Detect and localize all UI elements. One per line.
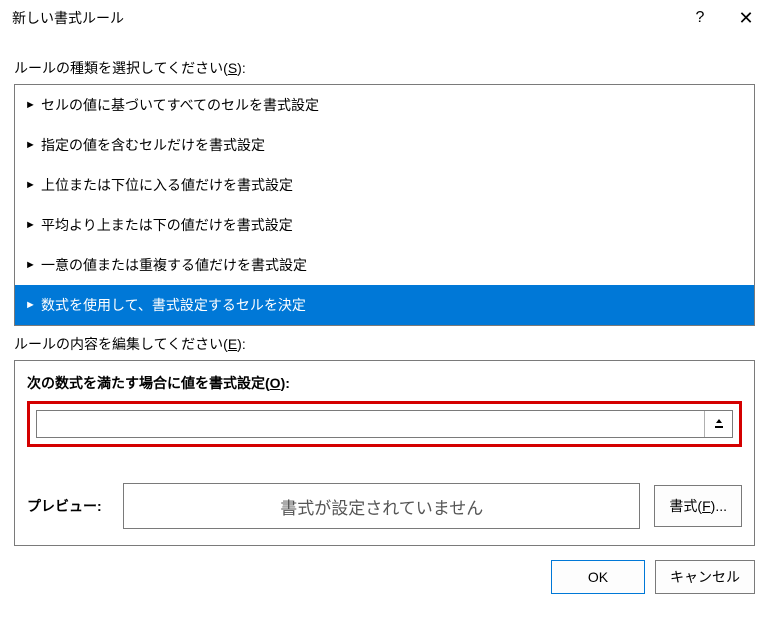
rule-type-item-label: 一意の値または重複する値だけを書式設定 [41,255,307,275]
help-button[interactable]: ? [677,0,723,36]
collapse-dialog-icon [712,417,726,431]
bullet-icon: ► [25,219,41,231]
bullet-icon: ► [25,299,41,311]
dialog-content: ルールの種類を選択してください(S): ► セルの値に基づいてすべてのセルを書式… [0,36,769,546]
rule-type-label: ルールの種類を選択してください(S): [14,58,755,78]
rule-type-item[interactable]: ► 上位または下位に入る値だけを書式設定 [15,165,754,205]
formula-row [36,410,733,438]
formula-highlight [27,401,742,447]
rule-edit-label: ルールの内容を編集してください(E): [14,334,755,354]
rule-type-item-label: セルの値に基づいてすべてのセルを書式設定 [41,95,319,115]
preview-box: 書式が設定されていません [123,483,640,529]
preview-row: プレビュー: 書式が設定されていません 書式(F)... [27,483,742,529]
close-button[interactable]: ✕ [723,0,769,36]
bullet-icon: ► [25,139,41,151]
bullet-icon: ► [25,179,41,191]
rule-type-item-selected[interactable]: ► 数式を使用して、書式設定するセルを決定 [15,285,754,325]
rule-type-list: ► セルの値に基づいてすべてのセルを書式設定 ► 指定の値を含むセルだけを書式設… [14,84,755,326]
titlebar: 新しい書式ルール ? ✕ [0,0,769,36]
dialog-button-row: OK キャンセル [0,546,769,608]
preview-label: プレビュー: [27,496,109,516]
ok-button[interactable]: OK [551,560,645,594]
dialog-title: 新しい書式ルール [12,8,677,28]
bullet-icon: ► [25,99,41,111]
rule-type-item-label: 上位または下位に入る値だけを書式設定 [41,175,293,195]
rule-type-item-label: 数式を使用して、書式設定するセルを決定 [41,295,306,315]
rule-edit-box: 次の数式を満たす場合に値を書式設定(O): プレビュー: 書式が設定されていませ… [14,360,755,546]
rule-type-item-label: 平均より上または下の値だけを書式設定 [41,215,293,235]
rule-type-item[interactable]: ► 一意の値または重複する値だけを書式設定 [15,245,754,285]
rule-type-item[interactable]: ► 指定の値を含むセルだけを書式設定 [15,125,754,165]
rule-type-item[interactable]: ► セルの値に基づいてすべてのセルを書式設定 [15,85,754,125]
rule-type-item-label: 指定の値を含むセルだけを書式設定 [41,135,265,155]
formula-label: 次の数式を満たす場合に値を書式設定(O): [27,373,742,393]
range-selector-button[interactable] [704,411,732,437]
format-button[interactable]: 書式(F)... [654,485,742,527]
rule-type-item[interactable]: ► 平均より上または下の値だけを書式設定 [15,205,754,245]
cancel-button[interactable]: キャンセル [655,560,755,594]
bullet-icon: ► [25,259,41,271]
formula-input[interactable] [37,411,704,437]
